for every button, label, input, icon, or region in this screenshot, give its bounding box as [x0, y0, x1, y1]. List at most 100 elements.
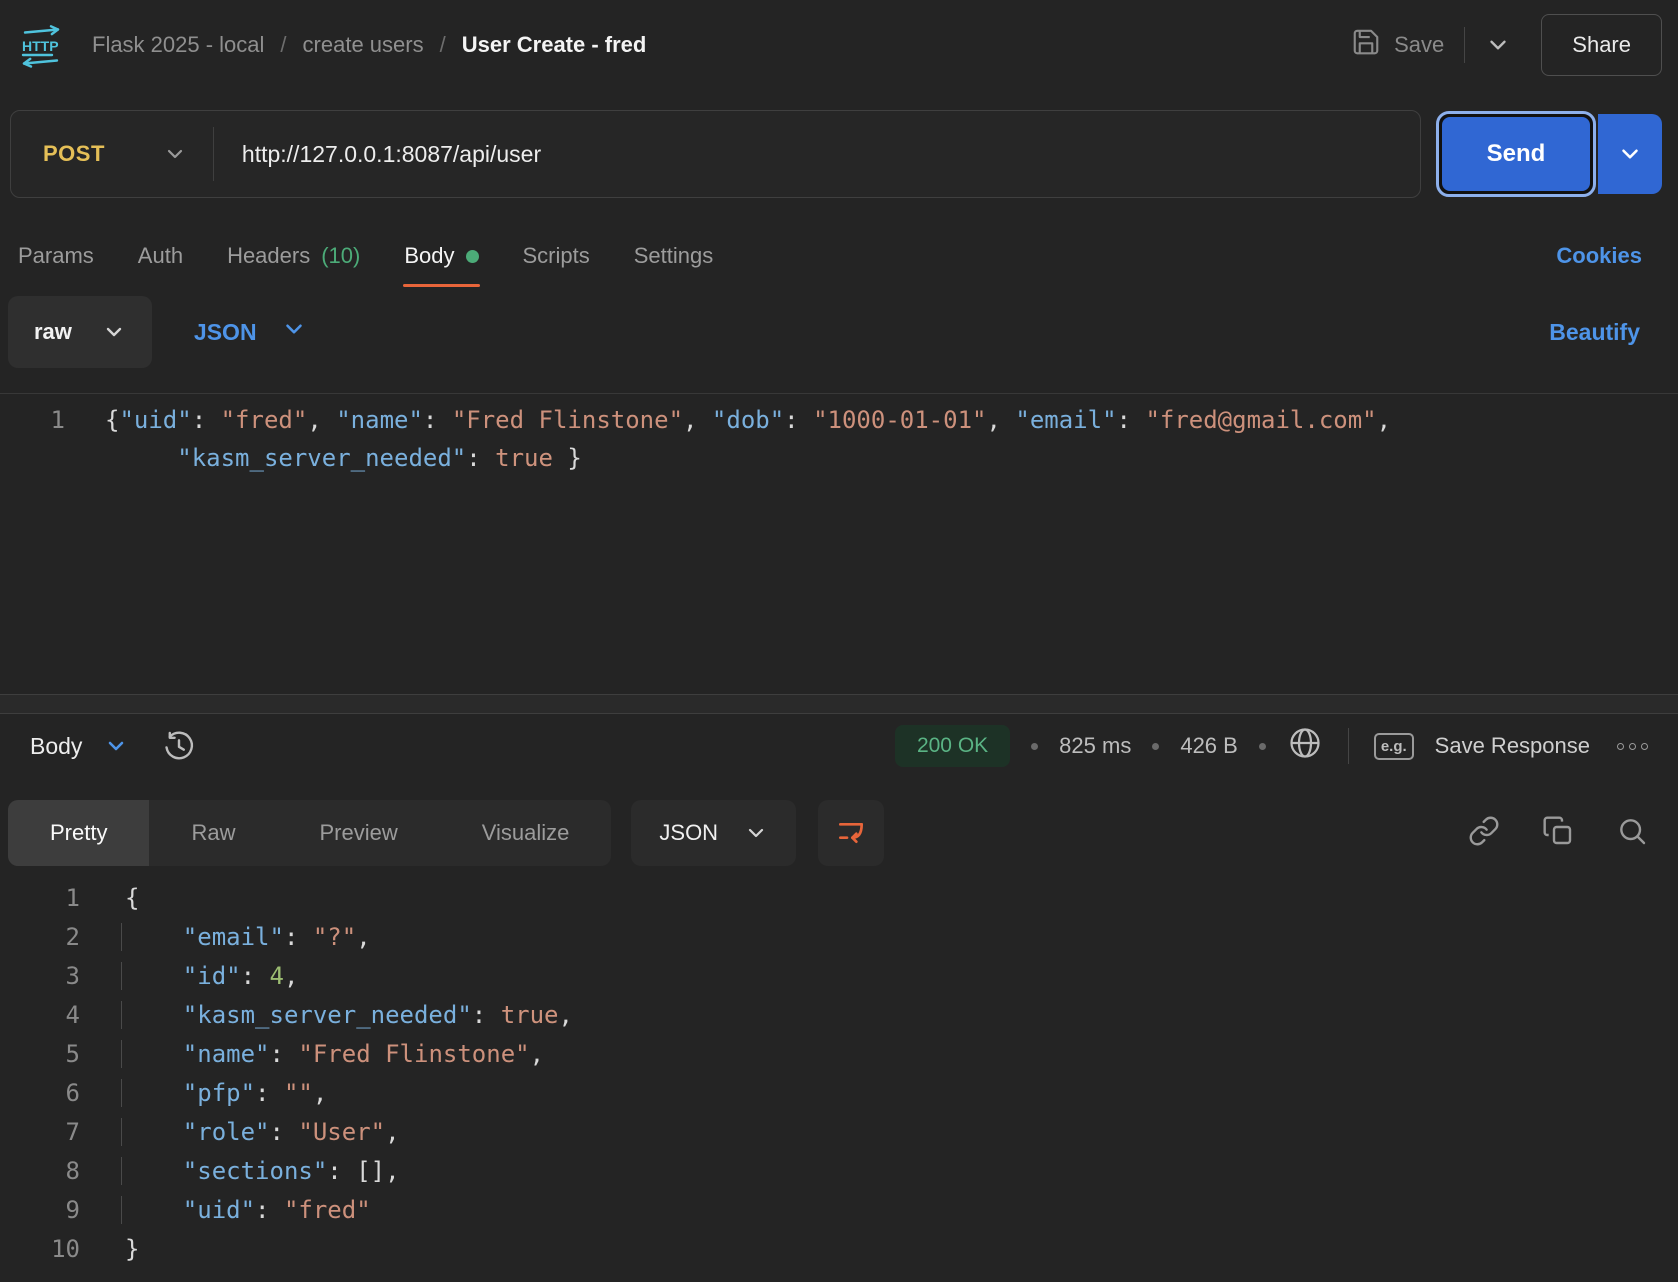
tab-auth[interactable]: Auth — [138, 243, 183, 269]
response-view-selector[interactable]: Body — [30, 733, 128, 760]
token-str: "Fred Flinstone" — [452, 406, 683, 434]
token-punc: , — [385, 1118, 399, 1146]
wrap-text-button[interactable] — [818, 800, 884, 866]
token-punc — [105, 444, 177, 472]
share-button[interactable]: Share — [1541, 14, 1662, 76]
more-options-icon[interactable] — [1617, 743, 1648, 750]
token-punc: , — [307, 406, 336, 434]
token-punc — [125, 1001, 183, 1029]
response-format-chevron-icon — [744, 821, 768, 845]
request-body-editor[interactable]: 1{"uid": "fred", "name": "Fred Flinstone… — [0, 393, 1678, 693]
status-badge[interactable]: 200 OK — [895, 725, 1010, 767]
response-tab-preview[interactable]: Preview — [277, 800, 439, 866]
response-size[interactable]: 426 B — [1180, 733, 1238, 759]
breadcrumb-collection[interactable]: Flask 2025 - local — [92, 32, 264, 58]
wrap-text-icon — [835, 815, 867, 852]
token-punc — [125, 1040, 183, 1068]
code-line: 6 "pfp": "", — [0, 1073, 1678, 1112]
send-split-button: Send — [1436, 111, 1662, 197]
tab-label: Headers — [227, 243, 310, 269]
cookies-link[interactable]: Cookies — [1556, 243, 1642, 269]
token-punc: , — [385, 1157, 399, 1185]
tab-headers[interactable]: Headers(10) — [227, 243, 360, 269]
request-url[interactable]: http://127.0.0.1:8087/api/user — [214, 141, 541, 168]
token-punc: : — [192, 406, 221, 434]
tab-params[interactable]: Params — [18, 243, 94, 269]
request-tabs: Params Auth Headers(10) Body Scripts Settings… — [0, 224, 1678, 288]
token-punc: , — [356, 923, 370, 951]
tab-body[interactable]: Body — [404, 243, 478, 269]
breadcrumb: Flask 2025 - local / create users / User… — [92, 32, 646, 58]
search-icon[interactable] — [1616, 815, 1648, 852]
breadcrumb-separator: / — [440, 32, 446, 58]
save-options-chevron-icon[interactable] — [1485, 32, 1511, 58]
body-type-selector[interactable]: raw — [8, 296, 152, 368]
response-tab-raw[interactable]: Raw — [149, 800, 277, 866]
link-icon[interactable] — [1468, 815, 1500, 852]
response-tab-visualize[interactable]: Visualize — [440, 800, 612, 866]
beautify-link[interactable]: Beautify — [1549, 319, 1640, 346]
svg-text:HTTP: HTTP — [22, 38, 59, 54]
token-punc — [125, 1118, 183, 1146]
body-format-selector[interactable]: JSON — [194, 316, 307, 348]
response-time[interactable]: 825 ms — [1059, 733, 1131, 759]
send-focus-ring: Send — [1436, 111, 1596, 197]
response-view-chevron-icon — [104, 734, 128, 758]
token-punc: , — [313, 1079, 327, 1107]
pane-splitter[interactable] — [0, 694, 1678, 714]
token-punc: { — [125, 884, 139, 912]
token-str: "Fred Flinstone" — [298, 1040, 529, 1068]
token-key: "id" — [183, 962, 241, 990]
line-number: 6 — [0, 1079, 80, 1107]
token-punc: : — [270, 1040, 299, 1068]
line-number: 10 — [0, 1235, 80, 1263]
tab-scripts[interactable]: Scripts — [523, 243, 590, 269]
header-divider — [1464, 27, 1465, 63]
response-format-selector[interactable]: JSON — [631, 800, 796, 866]
save-button[interactable]: Save — [1351, 27, 1444, 63]
token-punc: : — [466, 444, 495, 472]
token-key: "role" — [183, 1118, 270, 1146]
token-punc: { — [105, 406, 119, 434]
token-str: "fred@gmail.com" — [1145, 406, 1376, 434]
breadcrumb-folder[interactable]: create users — [303, 32, 424, 58]
url-input[interactable]: POST http://127.0.0.1:8087/api/user — [10, 110, 1421, 198]
token-bool: true — [501, 1001, 559, 1029]
http-request-icon: HTTP — [18, 22, 64, 68]
tab-settings[interactable]: Settings — [634, 243, 714, 269]
indent-guide — [121, 1157, 122, 1185]
body-format-label: JSON — [194, 319, 257, 346]
token-punc: , — [986, 406, 1015, 434]
token-key: "email" — [1015, 406, 1116, 434]
token-punc: } — [125, 1235, 139, 1263]
token-punc: : — [327, 1157, 356, 1185]
save-response-button[interactable]: Save Response — [1435, 733, 1590, 759]
body-type-chevron-icon — [102, 320, 126, 344]
code-line: 1{"uid": "fred", "name": "Fred Flinstone… — [0, 401, 1678, 439]
code-line: "kasm_server_needed": true } — [0, 439, 1678, 477]
code-line: 8 "sections": [], — [0, 1151, 1678, 1190]
token-key: "name" — [183, 1040, 270, 1068]
tab-label: Body — [404, 243, 454, 269]
network-globe-icon[interactable] — [1287, 725, 1323, 767]
save-icon — [1351, 27, 1381, 63]
breadcrumb-separator: / — [280, 32, 286, 58]
method-chevron-icon — [163, 142, 187, 166]
response-view-tabs: PrettyRawPreviewVisualize — [8, 800, 611, 866]
send-button[interactable]: Send — [1442, 117, 1590, 191]
example-badge: e.g. — [1374, 733, 1414, 760]
token-punc: , — [1377, 406, 1391, 434]
token-punc: : — [255, 1079, 284, 1107]
token-key: "dob" — [712, 406, 784, 434]
send-options-chevron-icon[interactable] — [1598, 114, 1662, 194]
response-format-label: JSON — [659, 820, 718, 846]
method-selector[interactable]: POST — [11, 141, 213, 167]
body-type-label: raw — [34, 319, 72, 345]
meta-divider — [1348, 728, 1349, 764]
body-format-chevron-icon — [281, 316, 307, 348]
code-content: "role": "User", — [125, 1118, 400, 1146]
response-history-icon[interactable] — [162, 729, 196, 763]
copy-icon[interactable] — [1542, 815, 1574, 852]
response-tab-pretty[interactable]: Pretty — [8, 800, 149, 866]
token-key: "kasm_server_needed" — [183, 1001, 472, 1029]
